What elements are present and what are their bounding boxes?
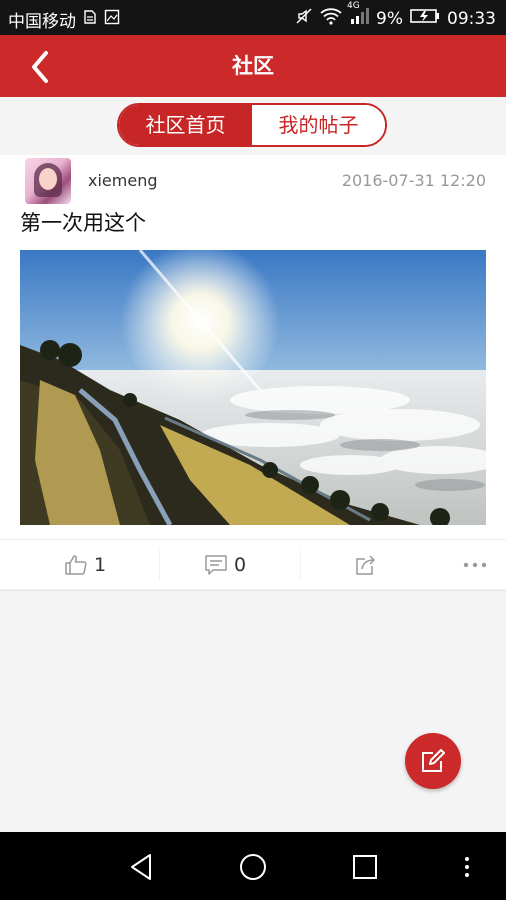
post-timestamp: 2016-07-31 12:20 bbox=[341, 171, 486, 190]
like-button[interactable]: 1 bbox=[64, 540, 106, 590]
nav-home-button[interactable] bbox=[236, 850, 270, 884]
gallery-icon bbox=[104, 9, 120, 30]
recents-square-icon bbox=[353, 855, 377, 879]
nav-recents-button[interactable] bbox=[348, 850, 382, 884]
nav-menu-button[interactable] bbox=[450, 850, 484, 884]
compose-button[interactable] bbox=[405, 733, 461, 789]
carrier-label: 中国移动 bbox=[8, 12, 76, 32]
network-type-label: 4G bbox=[347, 1, 360, 11]
thumbs-up-icon bbox=[65, 555, 87, 575]
menu-dots-icon bbox=[465, 857, 469, 877]
post-username[interactable]: xiemeng bbox=[88, 171, 157, 190]
like-count: 1 bbox=[94, 554, 107, 576]
post-actions: 1 0 bbox=[0, 539, 506, 591]
more-icon bbox=[463, 562, 487, 568]
comment-icon bbox=[205, 555, 227, 575]
segment-control: 社区首页 我的帖子 bbox=[117, 103, 387, 147]
tab-community-home[interactable]: 社区首页 bbox=[119, 105, 252, 145]
share-icon bbox=[356, 555, 375, 575]
post-card: xiemeng 2016-07-31 12:20 第一次用这个 1 0 bbox=[0, 155, 506, 591]
post-text: 第一次用这个 bbox=[20, 211, 146, 235]
more-button[interactable] bbox=[462, 540, 488, 590]
sim-icon bbox=[82, 9, 98, 30]
compose-icon bbox=[422, 749, 445, 772]
mute-icon bbox=[295, 7, 313, 30]
signal-icon: 4G bbox=[347, 1, 370, 30]
avatar[interactable] bbox=[25, 158, 71, 204]
back-triangle-icon bbox=[131, 854, 151, 880]
app-bar: 社区 bbox=[0, 35, 506, 97]
nav-back-button[interactable] bbox=[124, 850, 158, 884]
share-button[interactable] bbox=[354, 540, 378, 590]
battery-icon bbox=[410, 8, 440, 29]
post-photo[interactable] bbox=[20, 250, 486, 525]
tab-my-posts[interactable]: 我的帖子 bbox=[252, 105, 385, 145]
status-bar: 中国移动 4G 9% 09:33 bbox=[0, 0, 506, 35]
clock: 09:33 bbox=[447, 8, 496, 29]
wifi-icon bbox=[320, 7, 342, 30]
comment-count: 0 bbox=[234, 554, 247, 576]
system-nav-bar bbox=[0, 832, 506, 900]
page-title: 社区 bbox=[232, 54, 274, 78]
battery-percent: 9% bbox=[376, 8, 403, 29]
comment-button[interactable]: 0 bbox=[204, 540, 246, 590]
home-circle-icon bbox=[240, 854, 266, 880]
